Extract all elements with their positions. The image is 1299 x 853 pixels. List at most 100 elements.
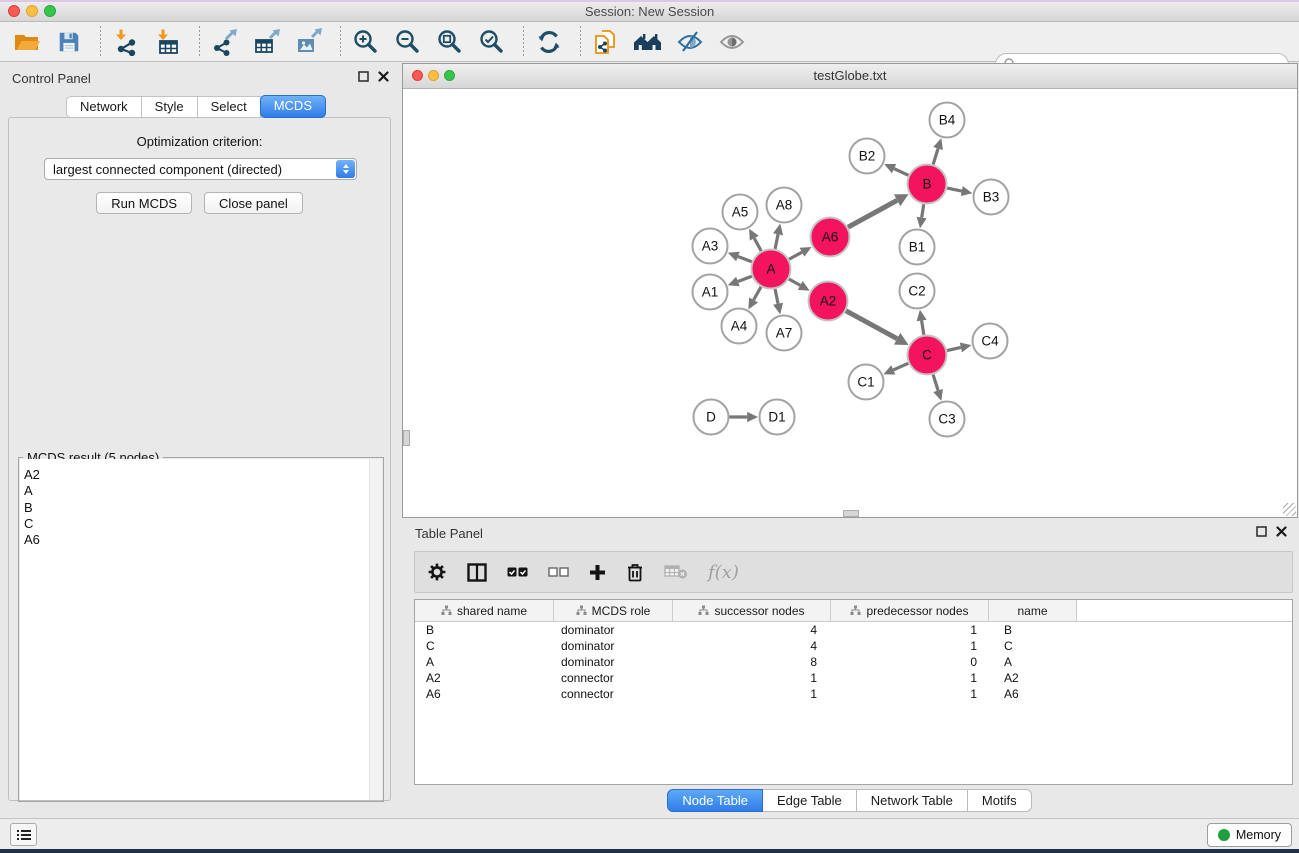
cell-predecessor-nodes[interactable]: 0 [831, 654, 989, 670]
graph-node-B[interactable]: B [908, 165, 947, 204]
zoom-selected-icon[interactable] [477, 27, 507, 57]
graph-edge-A-A3[interactable] [728, 252, 752, 262]
cell-mcds-role[interactable]: dominator [554, 654, 673, 670]
minimize-network-button[interactable] [428, 70, 439, 81]
close-window-button[interactable] [8, 5, 20, 17]
table-row[interactable]: Cdominator41C [415, 638, 1292, 654]
mcds-result-item[interactable]: B [20, 500, 382, 516]
gear-icon[interactable] [427, 562, 447, 582]
graph-edge-A6-B[interactable] [848, 194, 909, 227]
memory-button[interactable]: Memory [1207, 823, 1292, 847]
graph-node-A1[interactable]: A1 [693, 275, 728, 310]
mcds-result-item[interactable]: A2 [20, 467, 382, 483]
cell-predecessor-nodes[interactable]: 1 [831, 638, 989, 654]
cell-successor-nodes[interactable]: 8 [673, 654, 831, 670]
graph-node-A4[interactable]: A4 [722, 309, 757, 344]
clone-network-icon[interactable] [591, 27, 621, 57]
graph-edge-D-D1[interactable] [730, 412, 759, 422]
resize-grip[interactable] [1283, 503, 1296, 516]
close-table-panel-icon[interactable] [1276, 526, 1287, 537]
cell-mcds-role[interactable]: dominator [554, 622, 673, 638]
zoom-window-button[interactable] [44, 5, 56, 17]
tab-select[interactable]: Select [198, 96, 261, 118]
save-session-icon[interactable] [54, 27, 84, 57]
cell-name[interactable]: A [989, 654, 1077, 670]
graph-edge-C-C4[interactable] [947, 343, 971, 353]
graph-edge-B-B3[interactable] [947, 186, 972, 196]
graph-node-A[interactable]: A [752, 250, 791, 289]
mcds-result-item[interactable]: A6 [20, 532, 382, 548]
graph-node-B3[interactable]: B3 [974, 180, 1009, 215]
result-scrollbar[interactable] [369, 459, 382, 800]
tab-motifs[interactable]: Motifs [968, 789, 1032, 812]
tab-node-table[interactable]: Node Table [667, 789, 763, 812]
graph-node-B1[interactable]: B1 [900, 230, 935, 265]
export-table-icon[interactable] [252, 27, 282, 57]
show-graphics-details-icon[interactable] [717, 27, 747, 57]
column-header-name[interactable]: name [989, 600, 1077, 621]
zoom-in-icon[interactable] [351, 27, 381, 57]
table-row[interactable]: A2connector11A2 [415, 670, 1292, 686]
columns-icon[interactable] [467, 563, 487, 582]
cell-shared-name[interactable]: B [415, 622, 554, 638]
graph-edge-A-A8[interactable] [773, 224, 783, 249]
column-header-mcds-role[interactable]: MCDS role [554, 600, 673, 621]
frame-edge-handle[interactable] [843, 510, 859, 517]
add-column-icon[interactable] [589, 564, 606, 581]
graph-node-C1[interactable]: C1 [849, 365, 884, 400]
delete-column-icon[interactable] [626, 563, 644, 582]
cell-name[interactable]: B [989, 622, 1077, 638]
cell-successor-nodes[interactable]: 1 [673, 670, 831, 686]
cell-successor-nodes[interactable]: 1 [673, 686, 831, 702]
table-row[interactable]: Bdominator41B [415, 622, 1292, 638]
criterion-dropdown[interactable]: largest connected component (directed) [44, 158, 357, 180]
cell-shared-name[interactable]: A [415, 654, 554, 670]
graph-edge-C-C3[interactable] [933, 375, 943, 401]
graph-node-A7[interactable]: A7 [767, 316, 802, 351]
tab-mcds[interactable]: MCDS [260, 95, 326, 118]
graph-node-C3[interactable]: C3 [930, 402, 965, 437]
graph-edge-B-B4[interactable] [933, 138, 943, 164]
graph-edge-A-A7[interactable] [773, 289, 783, 314]
close-network-button[interactable] [412, 70, 423, 81]
graph-edge-A-A4[interactable] [748, 287, 761, 310]
graph-node-A6[interactable]: A6 [811, 218, 850, 257]
float-table-panel-icon[interactable] [1256, 526, 1267, 537]
tab-network-table[interactable]: Network Table [857, 789, 968, 812]
cell-predecessor-nodes[interactable]: 1 [831, 686, 989, 702]
cell-predecessor-nodes[interactable]: 1 [831, 670, 989, 686]
deselect-all-checkbox-icon[interactable] [548, 566, 569, 578]
graph-edge-B-B2[interactable] [884, 164, 908, 175]
select-all-checkbox-icon[interactable] [507, 566, 528, 578]
export-network-icon[interactable] [210, 27, 240, 57]
network-window-titlebar[interactable]: testGlobe.txt [403, 64, 1297, 89]
graph-edge-A2-C[interactable] [846, 311, 909, 345]
import-table-icon[interactable] [153, 27, 183, 57]
open-session-icon[interactable] [12, 27, 42, 57]
cell-shared-name[interactable]: A2 [415, 670, 554, 686]
column-header-shared-name[interactable]: shared name [415, 600, 554, 621]
cell-predecessor-nodes[interactable]: 1 [831, 622, 989, 638]
graph-node-C4[interactable]: C4 [973, 324, 1008, 359]
graph-node-B4[interactable]: B4 [930, 103, 965, 138]
graph-node-D[interactable]: D [694, 400, 729, 435]
cell-mcds-role[interactable]: dominator [554, 638, 673, 654]
graph-edge-A-A1[interactable] [728, 276, 752, 286]
graph-node-B2[interactable]: B2 [850, 139, 885, 174]
graph-edge-C-C2[interactable] [917, 310, 927, 335]
tab-edge-table[interactable]: Edge Table [763, 789, 857, 812]
run-mcds-button[interactable]: Run MCDS [96, 192, 192, 214]
window-titlebar[interactable]: Session: New Session [0, 0, 1299, 22]
cell-mcds-role[interactable]: connector [554, 686, 673, 702]
tab-network[interactable]: Network [66, 96, 142, 118]
graph-edge-A-A5[interactable] [749, 229, 761, 251]
import-network-icon[interactable] [111, 27, 141, 57]
table-row[interactable]: Adominator80A [415, 654, 1292, 670]
close-panel-button[interactable]: Close panel [204, 192, 303, 214]
cell-name[interactable]: A6 [989, 686, 1077, 702]
cell-name[interactable]: C [989, 638, 1077, 654]
cell-successor-nodes[interactable]: 4 [673, 622, 831, 638]
graph-edge-C-C1[interactable] [883, 363, 908, 374]
mcds-result-item[interactable]: C [20, 516, 382, 532]
graph-edge-B-B1[interactable] [917, 204, 927, 228]
